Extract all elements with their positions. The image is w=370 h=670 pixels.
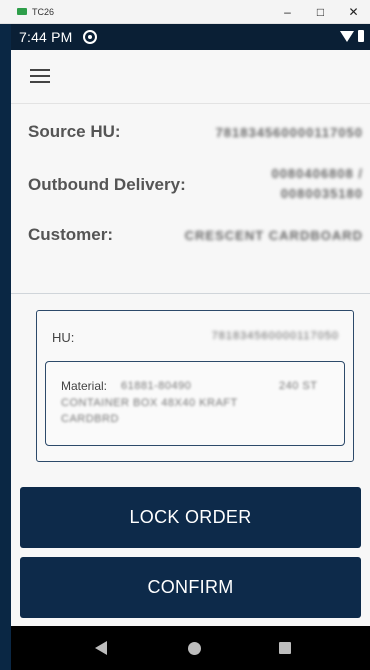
app-content: Source HU: 781834560000117050 Outbound D…	[11, 50, 370, 626]
hu-value: 781834560000117050	[211, 330, 339, 342]
battery-icon	[358, 30, 364, 42]
customer-row: Customer: CRESCENT CARDBOARD	[28, 225, 363, 247]
back-icon[interactable]	[95, 641, 107, 655]
source-hu-label: Source HU:	[28, 122, 121, 141]
outbound-delivery-label: Outbound Delivery:	[28, 175, 186, 194]
maximize-button[interactable]: □	[304, 0, 337, 24]
outbound-delivery-value-1: 0080406808 /	[271, 166, 363, 181]
status-bar: 7:44 PM	[11, 24, 370, 50]
window-title: TC26	[32, 6, 55, 17]
hu-card: HU: 781834560000117050 Material: 61881-8…	[36, 310, 354, 462]
section-divider	[11, 293, 370, 294]
minimize-button[interactable]: –	[271, 0, 304, 24]
recents-icon[interactable]	[279, 642, 291, 654]
lock-order-button[interactable]: LOCK ORDER	[20, 487, 361, 548]
material-code: 61881-80490	[121, 380, 192, 392]
material-card[interactable]: Material: 61881-80490 240 ST CONTAINER B…	[45, 361, 345, 446]
customer-label: Customer:	[28, 225, 114, 244]
customer-value: CRESCENT CARDBOARD	[184, 228, 363, 243]
android-nav-bar	[11, 626, 370, 670]
home-icon[interactable]	[188, 642, 201, 655]
wifi-icon	[340, 30, 354, 42]
hu-label: HU:	[52, 330, 75, 345]
material-description-2: CARDBRD	[61, 413, 119, 425]
sync-icon	[82, 30, 97, 44]
material-quantity: 240 ST	[279, 380, 318, 392]
app-bar	[11, 50, 370, 104]
material-label: Material:	[61, 379, 108, 393]
emulator-titlebar: TC26 – □ ✕	[0, 0, 370, 24]
material-description-1: CONTAINER BOX 48X40 KRAFT	[61, 397, 238, 409]
confirm-button[interactable]: CONFIRM	[20, 557, 361, 618]
device-screen: 7:44 PM Source HU: 781834560000117050 Ou…	[11, 24, 370, 670]
outbound-delivery-value-2: 0080035180	[280, 186, 363, 201]
app-icon	[17, 8, 27, 15]
close-button[interactable]: ✕	[337, 0, 370, 24]
outbound-delivery-row: Outbound Delivery: 0080406808 / 00800351…	[28, 165, 363, 205]
order-info: Source HU: 781834560000117050 Outbound D…	[11, 105, 370, 294]
source-hu-value: 781834560000117050	[215, 125, 363, 140]
source-hu-row: Source HU: 781834560000117050	[28, 122, 363, 144]
hamburger-menu-icon[interactable]	[30, 69, 50, 84]
status-time: 7:44 PM	[19, 29, 73, 45]
